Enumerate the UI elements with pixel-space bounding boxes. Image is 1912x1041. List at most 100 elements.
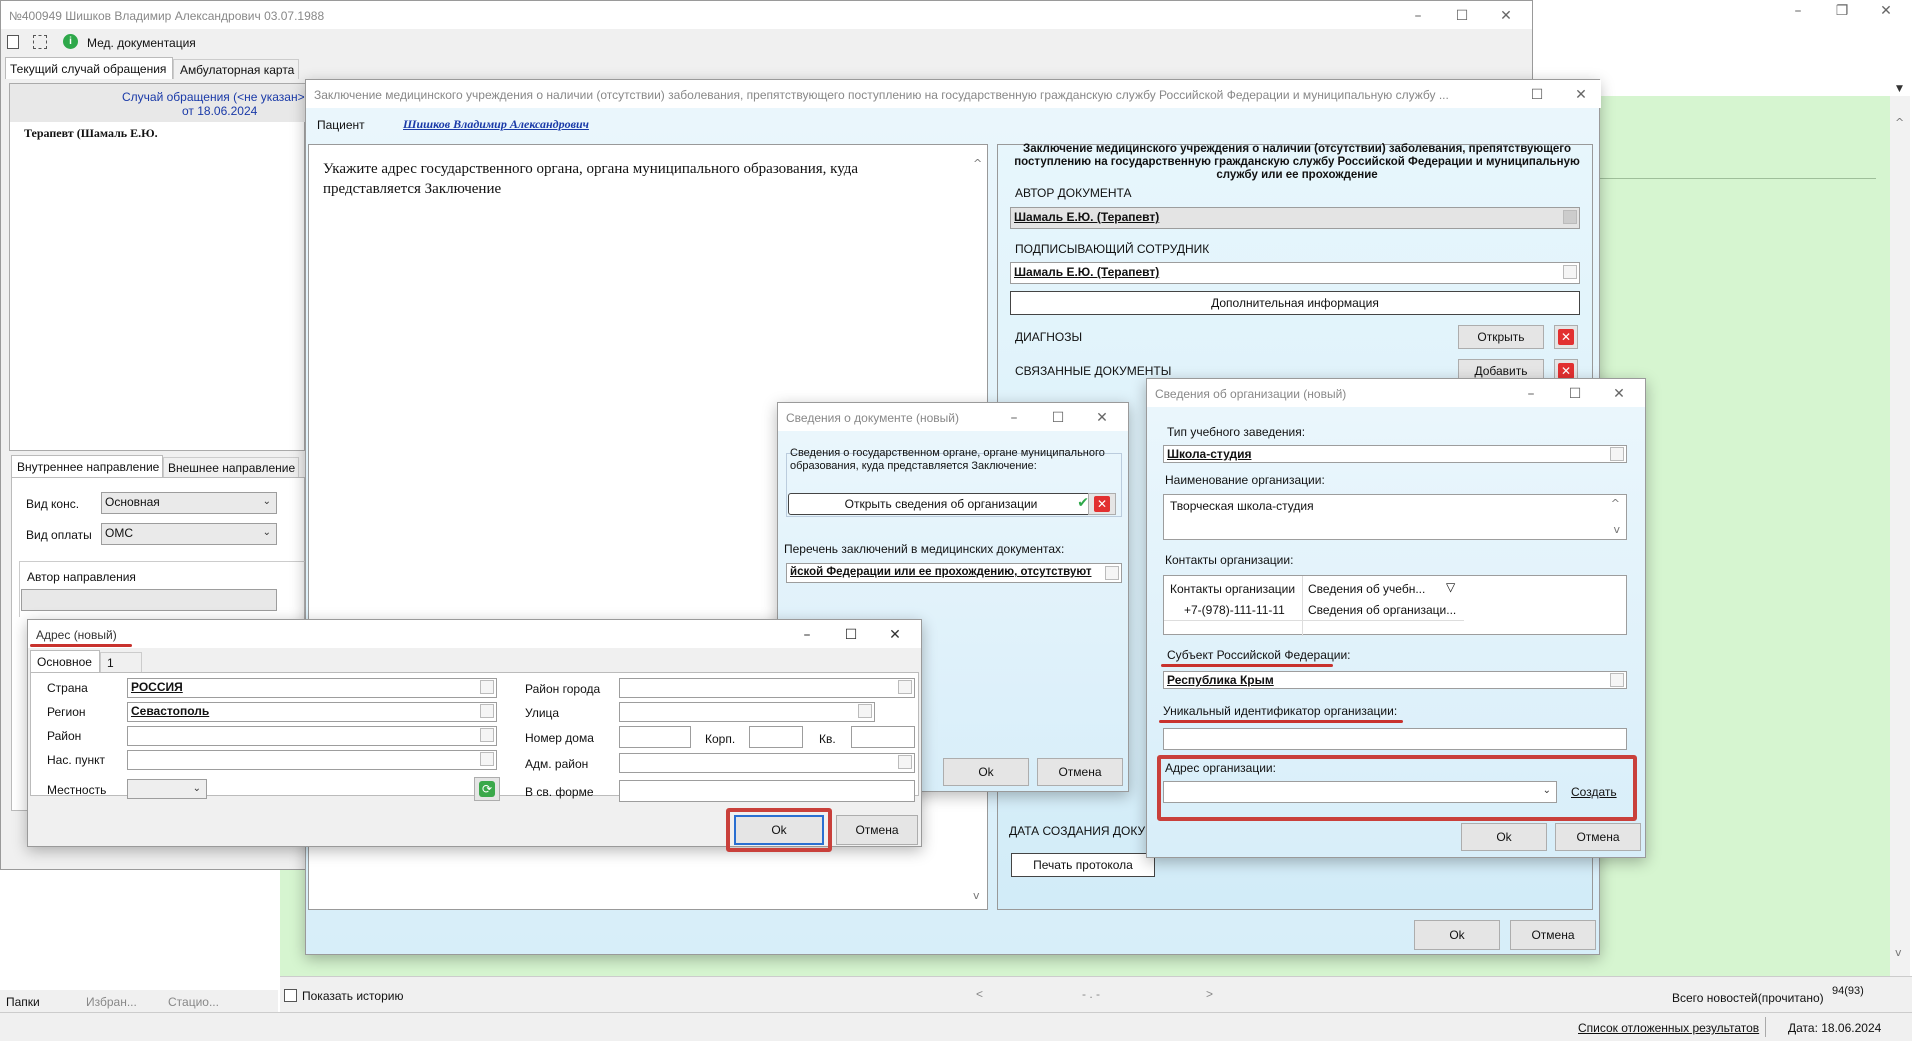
contact-desc-cell[interactable]: Сведения об организаци... bbox=[1308, 603, 1456, 617]
refresh-icon[interactable]: ⟳ bbox=[474, 777, 500, 801]
scroll-up-icon[interactable]: ^ bbox=[973, 157, 982, 170]
close-icon[interactable]: ✕ bbox=[1599, 383, 1639, 405]
doc-info-cancel-button[interactable]: Отмена bbox=[1037, 758, 1123, 786]
ellipsis-icon[interactable] bbox=[858, 704, 872, 718]
contact-phone-cell[interactable]: +7-(978)-111-11-11 bbox=[1184, 603, 1285, 617]
doc-info-ok-button[interactable]: Ok bbox=[943, 758, 1029, 786]
conclusions-list-field[interactable]: йской Федерации или ее прохождению, отсу… bbox=[786, 563, 1122, 583]
scroll-down-icon[interactable]: v bbox=[1613, 523, 1620, 536]
show-history-checkbox[interactable] bbox=[284, 989, 297, 1002]
name-textarea[interactable]: Творческая школа-студия ^ v bbox=[1163, 494, 1627, 540]
minimize-icon[interactable]: – bbox=[994, 407, 1034, 429]
case-link[interactable]: Случай обращения (<не указан> bbox=[122, 90, 305, 104]
close-icon[interactable]: ✕ bbox=[1486, 5, 1526, 27]
pager-next-button[interactable]: > bbox=[1206, 987, 1213, 1001]
street-field[interactable] bbox=[619, 702, 875, 722]
conclusion-ok-button[interactable]: Ok bbox=[1414, 920, 1500, 950]
extra-info-button[interactable]: Дополнительная информация bbox=[1010, 291, 1580, 315]
close-icon[interactable]: ✕ bbox=[875, 624, 915, 646]
deferred-results-link[interactable]: Список отложенных результатов bbox=[1578, 1021, 1759, 1035]
settlement-field[interactable] bbox=[127, 750, 497, 770]
open-diagnoses-button[interactable]: Открыть bbox=[1458, 325, 1544, 349]
maximize-icon[interactable]: ☐ bbox=[1555, 383, 1595, 405]
address-tab-1[interactable]: 1 bbox=[100, 652, 142, 672]
tab-folders[interactable]: Папки bbox=[6, 995, 40, 1009]
scroll-up-icon[interactable]: ^ bbox=[1895, 116, 1904, 129]
author-direction-field[interactable] bbox=[21, 589, 277, 611]
close-icon[interactable]: ✕ bbox=[1082, 407, 1122, 429]
ellipsis-icon[interactable] bbox=[1563, 265, 1577, 279]
address-cancel-button[interactable]: Отмена bbox=[836, 815, 918, 845]
print-protocol-button[interactable]: Печать протокола bbox=[1011, 853, 1155, 877]
maximize-icon[interactable]: ☐ bbox=[1442, 5, 1482, 27]
ellipsis-icon[interactable] bbox=[480, 752, 494, 766]
type-field[interactable]: Школа-студия bbox=[1163, 445, 1627, 463]
clear-org-button[interactable]: ✕ bbox=[1088, 493, 1116, 515]
outer-close-icon[interactable]: ✕ bbox=[1866, 0, 1906, 22]
scroll-up-icon[interactable]: ^ bbox=[1611, 497, 1620, 510]
tab-outpatient-card[interactable]: Амбулаторная карта bbox=[173, 59, 299, 79]
vid-oplaty-select[interactable]: ОМС ⌄ bbox=[101, 523, 277, 545]
vid-kons-select[interactable]: Основная ⌄ bbox=[101, 492, 277, 514]
contacts-table[interactable]: Контакты организации Сведения об учебн..… bbox=[1163, 575, 1627, 636]
ellipsis-icon[interactable] bbox=[1563, 210, 1577, 224]
region-field[interactable]: Севастополь bbox=[127, 702, 497, 722]
right-scrollbar[interactable]: ^ v bbox=[1890, 96, 1910, 976]
uid-field[interactable] bbox=[1163, 728, 1627, 750]
tab-inpatient[interactable]: Стацио... bbox=[168, 995, 219, 1009]
author-field[interactable]: Шамаль Е.Ю. (Терапевт) bbox=[1010, 207, 1580, 229]
org-ok-button[interactable]: Ok bbox=[1461, 823, 1547, 851]
address-tab-main[interactable]: Основное bbox=[30, 650, 100, 672]
info-icon[interactable]: i bbox=[63, 34, 78, 49]
scroll-down-icon[interactable]: v bbox=[1895, 946, 1902, 959]
ellipsis-icon[interactable] bbox=[898, 755, 912, 769]
free-form-field[interactable] bbox=[619, 780, 915, 802]
apt-field[interactable] bbox=[851, 726, 915, 748]
minimize-icon[interactable]: – bbox=[1398, 5, 1438, 27]
close-icon[interactable]: ✕ bbox=[1561, 84, 1601, 106]
country-field[interactable]: РОССИЯ bbox=[127, 678, 497, 698]
delete-diagnoses-button[interactable]: ✕ bbox=[1554, 325, 1578, 349]
minimize-icon[interactable] bbox=[1473, 84, 1513, 106]
create-address-link[interactable]: Создать bbox=[1571, 785, 1617, 799]
patient-name-link[interactable]: Шишков Владимир Александрович bbox=[403, 117, 589, 132]
outer-minimize-icon[interactable]: – bbox=[1778, 0, 1818, 22]
scroll-down-icon[interactable]: v bbox=[973, 889, 980, 902]
tab-external-direction[interactable]: Внешнее направление bbox=[163, 457, 299, 477]
minimize-icon[interactable]: – bbox=[1511, 383, 1551, 405]
ellipsis-icon[interactable] bbox=[480, 680, 494, 694]
open-org-info-button[interactable]: Открыть сведения об организации ✔ bbox=[788, 493, 1094, 515]
ellipsis-icon[interactable] bbox=[480, 728, 494, 742]
org-cancel-button[interactable]: Отмена bbox=[1555, 823, 1641, 851]
pager-prev-button[interactable]: < bbox=[976, 987, 983, 1001]
city-district-field[interactable] bbox=[619, 678, 915, 698]
maximize-icon[interactable]: ☐ bbox=[831, 624, 871, 646]
maximize-icon[interactable]: ☐ bbox=[1517, 84, 1557, 106]
minimize-icon[interactable]: – bbox=[787, 624, 827, 646]
outer-dropdown-arrow-icon[interactable]: ▼ bbox=[1896, 84, 1903, 94]
ellipsis-icon[interactable] bbox=[480, 704, 494, 718]
med-docs-menu[interactable]: Мед. документация bbox=[87, 36, 196, 50]
ellipsis-icon[interactable] bbox=[898, 680, 912, 694]
tab-current-case[interactable]: Текущий случай обращения bbox=[5, 57, 173, 79]
district-field[interactable] bbox=[127, 726, 497, 746]
address-select[interactable]: ⌄ bbox=[1163, 781, 1557, 803]
maximize-icon[interactable]: ☐ bbox=[1038, 407, 1078, 429]
filter-dropdown-icon[interactable]: ▽ bbox=[1446, 580, 1455, 594]
building-field[interactable] bbox=[749, 726, 803, 748]
house-field[interactable] bbox=[619, 726, 691, 748]
ellipsis-icon[interactable] bbox=[1610, 447, 1624, 461]
ellipsis-icon[interactable] bbox=[1610, 673, 1624, 687]
tab-favorites[interactable]: Избран... bbox=[86, 995, 137, 1009]
document-icon[interactable] bbox=[7, 35, 19, 49]
adm-district-field[interactable] bbox=[619, 753, 915, 773]
address-ok-button[interactable]: Ok bbox=[734, 815, 824, 845]
subject-field[interactable]: Республика Крым bbox=[1163, 671, 1627, 689]
outer-restore-icon[interactable]: ❐ bbox=[1822, 0, 1862, 22]
tree-item-therapist[interactable]: Терапевт (Шамаль Е.Ю. bbox=[24, 126, 158, 141]
signer-field[interactable]: Шамаль Е.Ю. (Терапевт) bbox=[1010, 262, 1580, 284]
tree-menu-icon[interactable] bbox=[33, 35, 47, 49]
ellipsis-icon[interactable] bbox=[1105, 566, 1119, 580]
tab-internal-direction[interactable]: Внутреннее направление bbox=[11, 455, 163, 477]
conclusion-cancel-button[interactable]: Отмена bbox=[1510, 920, 1596, 950]
